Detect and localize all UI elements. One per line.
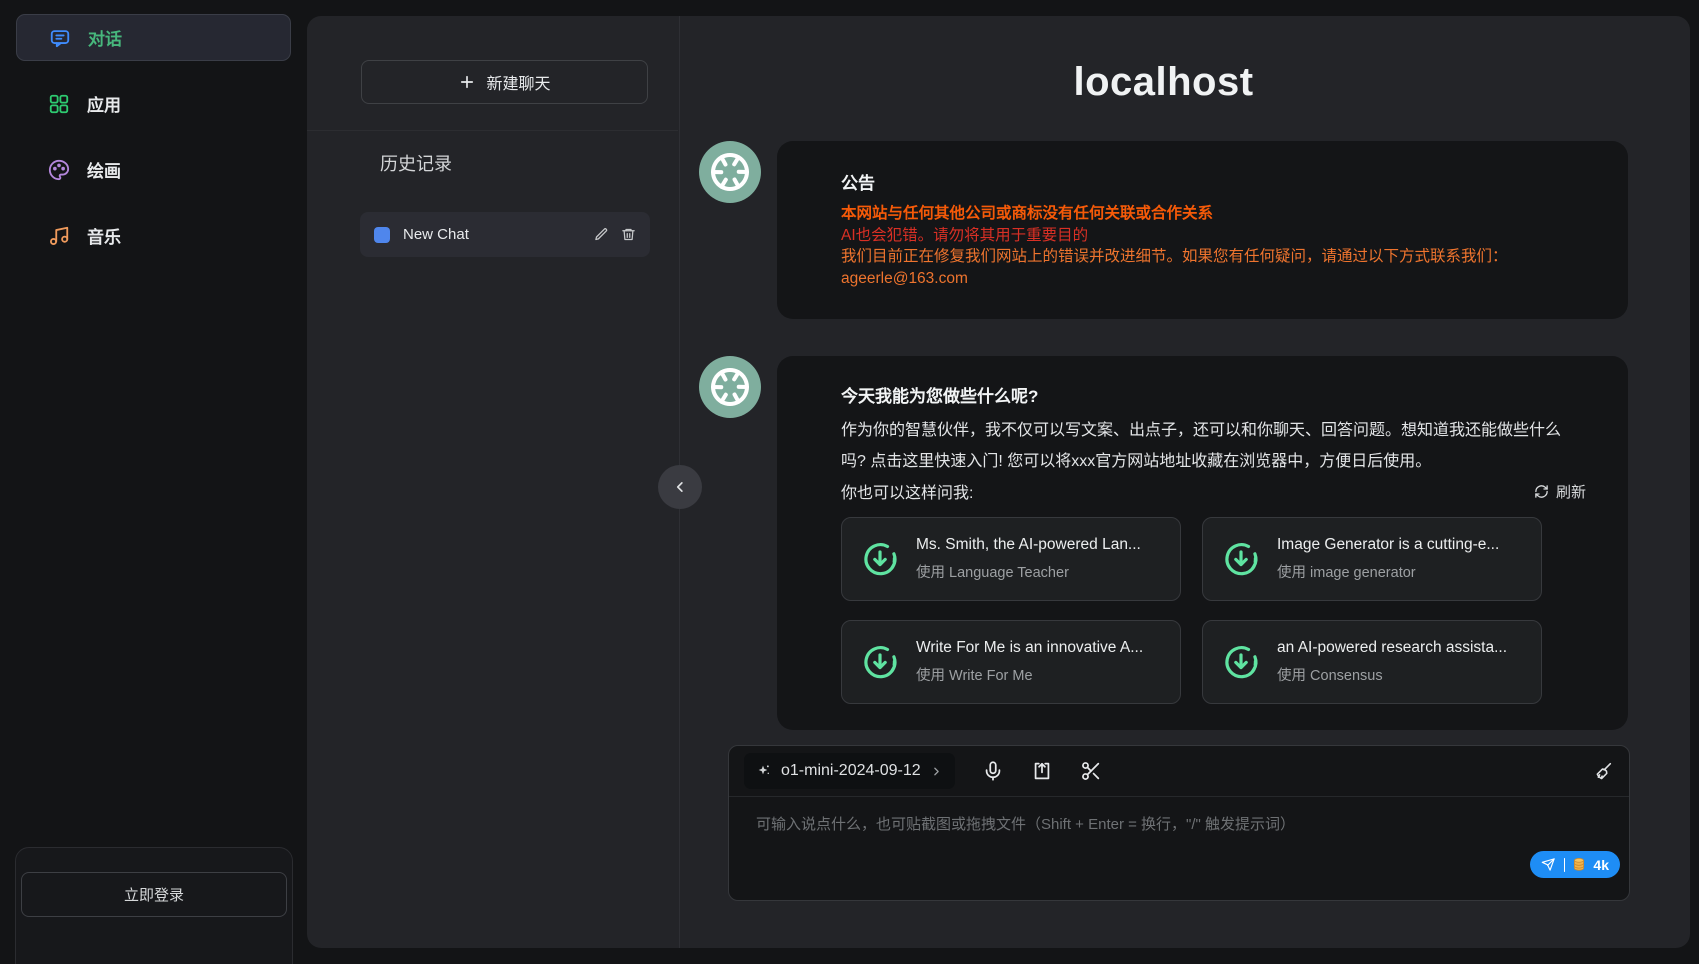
voice-input-button[interactable] <box>982 760 1004 782</box>
suggestion-title: Ms. Smith, the AI-powered Lan... <box>916 536 1141 554</box>
suggestion-text: an AI-powered research assista... 使用 Con… <box>1277 639 1507 685</box>
login-panel: 立即登录 <box>15 847 293 964</box>
suggestion-title: Write For Me is an innovative A... <box>916 639 1143 657</box>
chat-bubble-icon <box>48 26 72 50</box>
suggestion-subtitle: 使用 image generator <box>1277 561 1499 582</box>
assistant-avatar <box>699 141 761 203</box>
openai-logo-icon <box>709 366 751 408</box>
grid-icon <box>47 92 71 116</box>
sidebar-item-label: 绘画 <box>87 157 121 182</box>
message-input[interactable]: 可输入说点什么，也可贴截图或拖拽文件（Shift + Enter = 换行，"/… <box>729 797 1629 900</box>
upload-file-button[interactable] <box>1031 760 1053 782</box>
ask-hint: 你也可以这样问我: <box>841 479 973 503</box>
circle-download-icon <box>1221 642 1261 682</box>
page-title: localhost <box>699 60 1628 105</box>
clear-conversation-button[interactable] <box>1592 760 1614 782</box>
greeting-title: 今天我能为您做些什么呢? <box>841 382 1578 407</box>
collapse-sidebar-button[interactable] <box>658 465 702 509</box>
sidebar-item-label: 音乐 <box>87 223 121 248</box>
trash-icon <box>621 227 636 242</box>
chat-list-panel: 新建聊天 历史记录 New Chat <box>307 16 680 948</box>
assistant-avatar <box>699 356 761 418</box>
sparkle-icon <box>756 763 772 779</box>
music-note-icon <box>47 224 71 248</box>
scissors-icon <box>1080 760 1102 782</box>
model-name: o1-mini-2024-09-12 <box>781 762 921 780</box>
suggestion-cards: Ms. Smith, the AI-powered Lan... 使用 Lang… <box>841 517 1578 704</box>
announcement-bubble: 公告 本网站与任何其他公司或商标没有任何关联或合作关系 AI也会犯错。请勿将其用… <box>777 141 1628 319</box>
refresh-suggestions-button[interactable]: 刷新 <box>1528 480 1592 503</box>
chat-main: localhost <box>681 16 1690 948</box>
message-greeting: 今天我能为您做些什么呢? 作为你的智慧伙伴，我不仅可以写文案、出点子，还可以和你… <box>699 356 1628 730</box>
sidebar-item-apps[interactable]: 应用 <box>16 80 291 127</box>
new-chat-button[interactable]: 新建聊天 <box>361 60 648 104</box>
suggestion-subtitle: 使用 Write For Me <box>916 664 1143 685</box>
refresh-icon <box>1534 484 1549 499</box>
refresh-label: 刷新 <box>1556 481 1586 502</box>
suggestion-title: Image Generator is a cutting-e... <box>1277 536 1499 554</box>
workspace: 新建聊天 历史记录 New Chat <box>307 16 1690 948</box>
sidebar-item-drawing[interactable]: 绘画 <box>16 146 291 193</box>
suggestion-subtitle: 使用 Consensus <box>1277 664 1507 685</box>
login-button[interactable]: 立即登录 <box>21 872 287 917</box>
coin-icon <box>1573 857 1585 872</box>
announcement-line-2: AI也会犯错。请勿将其用于重要目的 <box>841 225 1578 247</box>
sidebar-item-label: 应用 <box>87 91 121 116</box>
greeting-bubble: 今天我能为您做些什么呢? 作为你的智慧伙伴，我不仅可以写文案、出点子，还可以和你… <box>777 356 1628 730</box>
palette-icon <box>47 158 71 182</box>
history-item-title: New Chat <box>403 226 581 243</box>
suggestion-card[interactable]: Image Generator is a cutting-e... 使用 ima… <box>1202 517 1542 601</box>
openai-logo-icon <box>709 151 751 193</box>
suggestion-card[interactable]: Write For Me is an innovative A... 使用 Wr… <box>841 620 1181 704</box>
input-placeholder: 可输入说点什么，也可贴截图或拖拽文件（Shift + Enter = 换行，"/… <box>756 813 1295 834</box>
composer-toolbar: o1-mini-2024-09-12 <box>729 746 1629 797</box>
pencil-icon <box>594 227 609 242</box>
contact-email-link[interactable]: ageerle@163.com <box>841 268 968 290</box>
announcement-line-3: 我们目前正在修复我们网站上的错误并改进细节。如果您有任何疑问，请通过以下方式联系… <box>841 246 1578 268</box>
history-item-actions <box>594 227 636 242</box>
chevron-right-icon <box>930 765 943 778</box>
circle-download-icon <box>860 539 900 579</box>
delete-chat-button[interactable] <box>621 227 636 242</box>
composer: o1-mini-2024-09-12 <box>728 745 1630 901</box>
plus-icon <box>458 73 476 91</box>
suggestion-text: Ms. Smith, the AI-powered Lan... 使用 Lang… <box>916 536 1141 582</box>
chevron-left-icon <box>671 478 689 496</box>
new-chat-label: 新建聊天 <box>486 70 550 94</box>
chat-color-swatch <box>374 227 390 243</box>
suggestion-title: an AI-powered research assista... <box>1277 639 1507 657</box>
history-item-new-chat[interactable]: New Chat <box>360 212 650 257</box>
token-count: 4k <box>1593 857 1609 873</box>
sidebar-item-music[interactable]: 音乐 <box>16 212 291 259</box>
paper-plane-icon <box>1541 857 1556 872</box>
app-window: 对话 应用 绘画 音乐 立即登录 <box>0 0 1699 964</box>
sidebar-item-label: 对话 <box>88 25 122 50</box>
edit-chat-button[interactable] <box>594 227 609 242</box>
sidebar: 对话 应用 绘画 音乐 立即登录 <box>0 0 307 964</box>
announcement-line-1: 本网站与任何其他公司或商标没有任何关联或合作关系 <box>841 203 1578 225</box>
suggestion-text: Write For Me is an innovative A... 使用 Wr… <box>916 639 1143 685</box>
message-announcement: 公告 本网站与任何其他公司或商标没有任何关联或合作关系 AI也会犯错。请勿将其用… <box>699 141 1628 319</box>
upload-icon <box>1031 760 1053 782</box>
model-selector[interactable]: o1-mini-2024-09-12 <box>744 753 955 789</box>
history-title: 历史记录 <box>380 150 452 176</box>
hint-row: 你也可以这样问我: 刷新 <box>841 479 1578 503</box>
suggestion-card[interactable]: an AI-powered research assista... 使用 Con… <box>1202 620 1542 704</box>
circle-download-icon <box>860 642 900 682</box>
greeting-body: 作为你的智慧伙伴，我不仅可以写文案、出点子，还可以和你聊天、回答问题。想知道我还… <box>841 415 1578 477</box>
microphone-icon <box>982 760 1004 782</box>
divider <box>307 130 678 131</box>
send-button[interactable]: 4k <box>1530 851 1620 878</box>
badge-divider <box>1564 858 1566 872</box>
circle-download-icon <box>1221 539 1261 579</box>
suggestion-subtitle: 使用 Language Teacher <box>916 561 1141 582</box>
clip-screenshot-button[interactable] <box>1080 760 1102 782</box>
suggestion-card[interactable]: Ms. Smith, the AI-powered Lan... 使用 Lang… <box>841 517 1181 601</box>
announcement-title: 公告 <box>841 169 1578 194</box>
suggestion-text: Image Generator is a cutting-e... 使用 ima… <box>1277 536 1499 582</box>
broom-icon <box>1592 760 1614 782</box>
sidebar-item-chat[interactable]: 对话 <box>16 14 291 61</box>
